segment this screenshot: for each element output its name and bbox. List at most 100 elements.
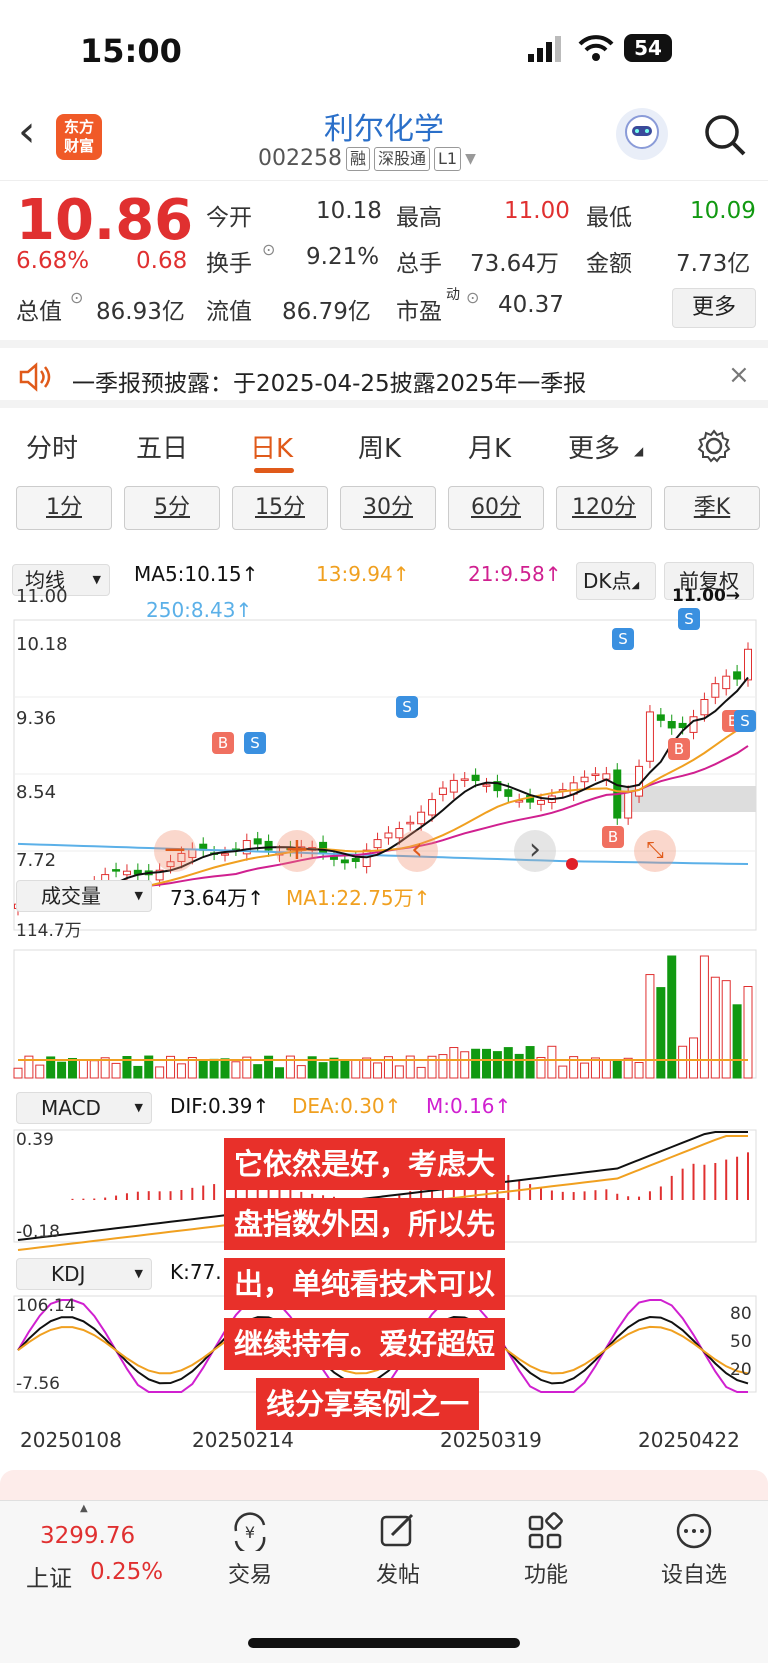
volume-bar [209,1058,219,1079]
period-30min[interactable]: 30分 [340,486,436,530]
tab-intraday[interactable]: 分时 [26,428,78,465]
macd-selector[interactable]: MACD ▼ [16,1092,152,1124]
date-label: 20250319 [440,1428,542,1452]
wifi-icon [578,35,614,61]
period-60min[interactable]: 60分 [448,486,544,530]
signal-icon [528,36,561,62]
info-icon[interactable]: ⊙ [466,288,479,307]
volume-bar [318,1062,328,1079]
index-change[interactable]: 0.25% [90,1559,163,1585]
nav-trade[interactable]: ¥ 交易 [200,1511,300,1589]
volume-bar [220,1058,230,1079]
stock-code: 002258 [258,146,342,171]
sell-marker[interactable]: S [612,628,634,650]
buy-marker[interactable]: B [602,826,624,848]
sell-marker[interactable]: S [734,710,756,732]
caret-down-icon[interactable]: ▼ [465,151,476,167]
close-icon[interactable]: × [728,360,750,390]
speaker-icon [19,362,51,392]
volume-max-label: 114.7万 [16,921,82,941]
zoom-out-button[interactable]: − [154,830,196,872]
pe-label: 市盈 [396,299,442,325]
volume-bar [743,986,753,1079]
candle [221,853,230,856]
tab-more[interactable]: 更多 [568,428,620,465]
volume-bar [111,1062,121,1079]
overlay-line-3: 出，单纯看技术可以 [224,1258,506,1310]
index-name[interactable]: 上证 [26,1559,72,1593]
low-value: 10.09 [690,198,756,224]
volume-bar [438,1054,448,1079]
volume-bar [329,1057,339,1079]
volume-label: 总手 [396,251,442,277]
scroll-right-button[interactable]: › [514,830,556,872]
buy-marker[interactable]: B [212,732,234,754]
more-dots-icon [676,1513,712,1549]
volume-ma1: MA1:22.75万↑ [286,886,431,910]
candle [264,840,273,851]
scroll-left-button[interactable]: ‹ [396,830,438,872]
tab-monthly-k[interactable]: 月K [468,428,511,465]
price-label-3: 9.36 [16,708,57,729]
more-button[interactable]: 更多 [672,288,756,328]
volume-bar [155,1066,165,1079]
zoom-in-button[interactable]: + [276,830,318,872]
tab-weekly-k[interactable]: 周K [358,428,401,465]
sell-marker[interactable]: S [678,608,700,630]
info-icon[interactable]: ⊙ [70,288,83,307]
fullscreen-icon[interactable]: ⤡ [634,830,676,872]
sell-marker[interactable]: S [396,696,418,718]
buy-marker[interactable]: B [668,738,690,760]
candle [504,789,513,797]
assistant-robot-icon[interactable] [616,108,668,160]
date-label: 20250108 [20,1428,122,1452]
tab-daily-k[interactable]: 日K [250,428,293,465]
svg-text:¥: ¥ [245,1523,255,1542]
volume-bar [721,980,731,1079]
candle [122,870,131,876]
candle [428,799,437,816]
candle [417,811,426,825]
sell-marker[interactable]: S [244,732,266,754]
period-15min[interactable]: 15分 [232,486,328,530]
gear-icon[interactable] [696,428,732,464]
search-icon[interactable] [702,112,748,158]
volume-bar [296,1065,306,1079]
period-quarter[interactable]: 季K [664,486,760,530]
grid-icon [528,1512,563,1549]
chart-area[interactable]: 均线 ▼ MA5:10.15↑ 13:9.94↑ 21:9.58↑ 250:8.4… [0,540,768,1460]
nav-post[interactable]: 发帖 [348,1511,448,1589]
volume-bar [634,1062,644,1079]
period-5min[interactable]: 5分 [124,486,220,530]
candle [689,716,698,733]
caret-down-icon: ▼ [134,889,143,902]
volume-selector[interactable]: 成交量 ▼ [16,880,152,912]
notice-text: 一季报预披露：于2025-04-25披露2025年一季报 [72,371,587,397]
period-1min[interactable]: 1分 [16,486,112,530]
volume-bar [471,1048,481,1079]
period-120min[interactable]: 120分 [556,486,652,530]
kdj-selector[interactable]: KDJ ▼ [16,1258,152,1290]
turnover-value: 9.21% [306,244,380,270]
nav-add-watchlist[interactable]: 设自选 [644,1511,744,1589]
volume-bar [133,1065,143,1079]
macd-dea: DEA:0.30↑ [292,1094,402,1118]
volume-value: 73.64万 [470,251,559,277]
high-marker: 11.00→ [672,586,741,606]
nav-functions[interactable]: 功能 [496,1511,596,1589]
volume-bar [689,1037,699,1079]
turnover-label: 换手 [206,251,252,277]
date-label: 20250422 [638,1428,740,1452]
current-price: 10.86 [16,188,194,253]
volume-bar [601,1059,611,1079]
candle [722,675,731,690]
caret-up-icon[interactable]: ▲ [80,1503,88,1514]
info-icon[interactable]: ⊙ [262,240,275,259]
price-label-5: 7.72 [16,850,57,871]
notice-bar[interactable]: 一季报预披露：于2025-04-25披露2025年一季报 × [0,340,768,408]
date-label: 20250214 [192,1428,294,1452]
volume-bar [78,1059,88,1079]
tab-five-day[interactable]: 五日 [136,428,188,465]
tag-margin: 融 [345,146,370,171]
index-value[interactable]: 3299.76 [40,1523,135,1549]
